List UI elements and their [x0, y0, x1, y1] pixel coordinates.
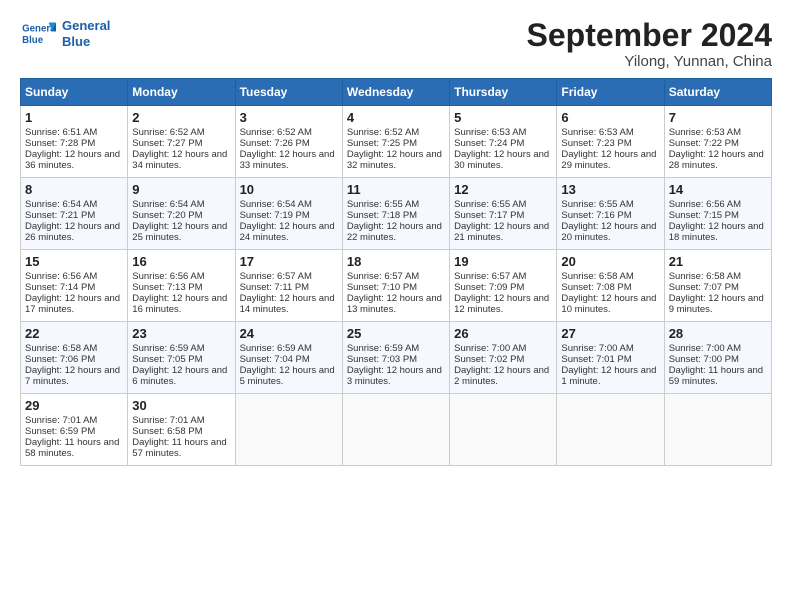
calendar-cell-29: 29Sunrise: 7:01 AMSunset: 6:59 PMDayligh… [21, 394, 128, 466]
calendar-cell-22: 22Sunrise: 6:58 AMSunset: 7:06 PMDayligh… [21, 322, 128, 394]
calendar-cell-4: 4Sunrise: 6:52 AMSunset: 7:25 PMDaylight… [342, 106, 449, 178]
logo-general: General [62, 18, 110, 34]
svg-text:Blue: Blue [22, 34, 44, 45]
calendar-table: SundayMondayTuesdayWednesdayThursdayFrid… [20, 78, 772, 466]
calendar-cell-10: 10Sunrise: 6:54 AMSunset: 7:19 PMDayligh… [235, 178, 342, 250]
calendar-cell-21: 21Sunrise: 6:58 AMSunset: 7:07 PMDayligh… [664, 250, 771, 322]
calendar-week-5: 29Sunrise: 7:01 AMSunset: 6:59 PMDayligh… [21, 394, 772, 466]
weekday-header-wednesday: Wednesday [342, 79, 449, 106]
calendar-cell-14: 14Sunrise: 6:56 AMSunset: 7:15 PMDayligh… [664, 178, 771, 250]
calendar-cell-12: 12Sunrise: 6:55 AMSunset: 7:17 PMDayligh… [450, 178, 557, 250]
calendar-week-3: 15Sunrise: 6:56 AMSunset: 7:14 PMDayligh… [21, 250, 772, 322]
calendar-cell-11: 11Sunrise: 6:55 AMSunset: 7:18 PMDayligh… [342, 178, 449, 250]
weekday-header-friday: Friday [557, 79, 664, 106]
calendar-cell-28: 28Sunrise: 7:00 AMSunset: 7:00 PMDayligh… [664, 322, 771, 394]
calendar-page: General Blue General Blue September 2024… [0, 0, 792, 612]
header: General Blue General Blue September 2024… [20, 18, 772, 70]
calendar-cell-8: 8Sunrise: 6:54 AMSunset: 7:21 PMDaylight… [21, 178, 128, 250]
location-title: Yilong, Yunnan, China [527, 53, 772, 70]
title-block: September 2024 Yilong, Yunnan, China [527, 18, 772, 70]
logo: General Blue General Blue [20, 18, 110, 49]
calendar-cell-empty [342, 394, 449, 466]
calendar-cell-30: 30Sunrise: 7:01 AMSunset: 6:58 PMDayligh… [128, 394, 235, 466]
calendar-cell-17: 17Sunrise: 6:57 AMSunset: 7:11 PMDayligh… [235, 250, 342, 322]
calendar-cell-27: 27Sunrise: 7:00 AMSunset: 7:01 PMDayligh… [557, 322, 664, 394]
calendar-cell-empty [557, 394, 664, 466]
calendar-cell-19: 19Sunrise: 6:57 AMSunset: 7:09 PMDayligh… [450, 250, 557, 322]
calendar-cell-empty [664, 394, 771, 466]
calendar-cell-15: 15Sunrise: 6:56 AMSunset: 7:14 PMDayligh… [21, 250, 128, 322]
logo-icon: General Blue [20, 19, 56, 49]
weekday-header-monday: Monday [128, 79, 235, 106]
month-title: September 2024 [527, 18, 772, 53]
logo-blue: Blue [62, 34, 110, 50]
calendar-cell-7: 7Sunrise: 6:53 AMSunset: 7:22 PMDaylight… [664, 106, 771, 178]
calendar-cell-2: 2Sunrise: 6:52 AMSunset: 7:27 PMDaylight… [128, 106, 235, 178]
calendar-cell-23: 23Sunrise: 6:59 AMSunset: 7:05 PMDayligh… [128, 322, 235, 394]
calendar-cell-24: 24Sunrise: 6:59 AMSunset: 7:04 PMDayligh… [235, 322, 342, 394]
calendar-cell-empty [450, 394, 557, 466]
weekday-header-tuesday: Tuesday [235, 79, 342, 106]
calendar-cell-20: 20Sunrise: 6:58 AMSunset: 7:08 PMDayligh… [557, 250, 664, 322]
calendar-cell-6: 6Sunrise: 6:53 AMSunset: 7:23 PMDaylight… [557, 106, 664, 178]
calendar-cell-9: 9Sunrise: 6:54 AMSunset: 7:20 PMDaylight… [128, 178, 235, 250]
calendar-cell-13: 13Sunrise: 6:55 AMSunset: 7:16 PMDayligh… [557, 178, 664, 250]
weekday-header-row: SundayMondayTuesdayWednesdayThursdayFrid… [21, 79, 772, 106]
weekday-header-thursday: Thursday [450, 79, 557, 106]
calendar-cell-1: 1Sunrise: 6:51 AMSunset: 7:28 PMDaylight… [21, 106, 128, 178]
calendar-cell-empty [235, 394, 342, 466]
calendar-cell-25: 25Sunrise: 6:59 AMSunset: 7:03 PMDayligh… [342, 322, 449, 394]
weekday-header-sunday: Sunday [21, 79, 128, 106]
calendar-cell-26: 26Sunrise: 7:00 AMSunset: 7:02 PMDayligh… [450, 322, 557, 394]
calendar-cell-18: 18Sunrise: 6:57 AMSunset: 7:10 PMDayligh… [342, 250, 449, 322]
calendar-week-2: 8Sunrise: 6:54 AMSunset: 7:21 PMDaylight… [21, 178, 772, 250]
calendar-cell-16: 16Sunrise: 6:56 AMSunset: 7:13 PMDayligh… [128, 250, 235, 322]
calendar-cell-5: 5Sunrise: 6:53 AMSunset: 7:24 PMDaylight… [450, 106, 557, 178]
calendar-cell-3: 3Sunrise: 6:52 AMSunset: 7:26 PMDaylight… [235, 106, 342, 178]
calendar-week-1: 1Sunrise: 6:51 AMSunset: 7:28 PMDaylight… [21, 106, 772, 178]
weekday-header-saturday: Saturday [664, 79, 771, 106]
calendar-week-4: 22Sunrise: 6:58 AMSunset: 7:06 PMDayligh… [21, 322, 772, 394]
